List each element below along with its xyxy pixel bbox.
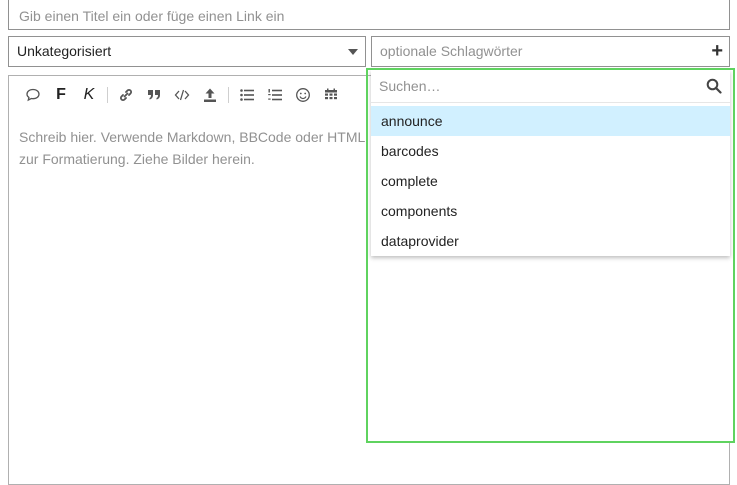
category-value: Unkategorisiert bbox=[17, 43, 112, 59]
editor-placeholder: Schreib hier. Verwende Markdown, BBCode … bbox=[19, 129, 365, 167]
tags-input[interactable]: optionale Schlagwörter + bbox=[371, 36, 730, 67]
plus-icon[interactable]: + bbox=[711, 37, 723, 66]
link-icon[interactable] bbox=[112, 81, 140, 109]
category-select[interactable]: Unkategorisiert bbox=[8, 36, 366, 67]
dropdown-focus-frame bbox=[366, 68, 735, 443]
bold-icon[interactable]: F bbox=[47, 81, 75, 109]
chevron-down-icon bbox=[348, 49, 358, 55]
upload-icon[interactable] bbox=[196, 81, 224, 109]
toolbar-divider bbox=[107, 87, 108, 103]
italic-icon[interactable]: K bbox=[75, 81, 103, 109]
emoji-icon[interactable] bbox=[289, 81, 317, 109]
quote-icon[interactable] bbox=[140, 81, 168, 109]
code-icon[interactable] bbox=[168, 81, 196, 109]
numbered-list-icon[interactable] bbox=[261, 81, 289, 109]
bullet-list-icon[interactable] bbox=[233, 81, 261, 109]
toolbar-divider bbox=[228, 87, 229, 103]
title-input[interactable]: Gib einen Titel ein oder füge einen Link… bbox=[8, 0, 730, 30]
calendar-icon[interactable] bbox=[317, 81, 345, 109]
speech-bubble-icon[interactable] bbox=[19, 81, 47, 109]
tags-placeholder: optionale Schlagwörter bbox=[380, 43, 523, 59]
title-placeholder: Gib einen Titel ein oder füge einen Link… bbox=[19, 8, 285, 24]
